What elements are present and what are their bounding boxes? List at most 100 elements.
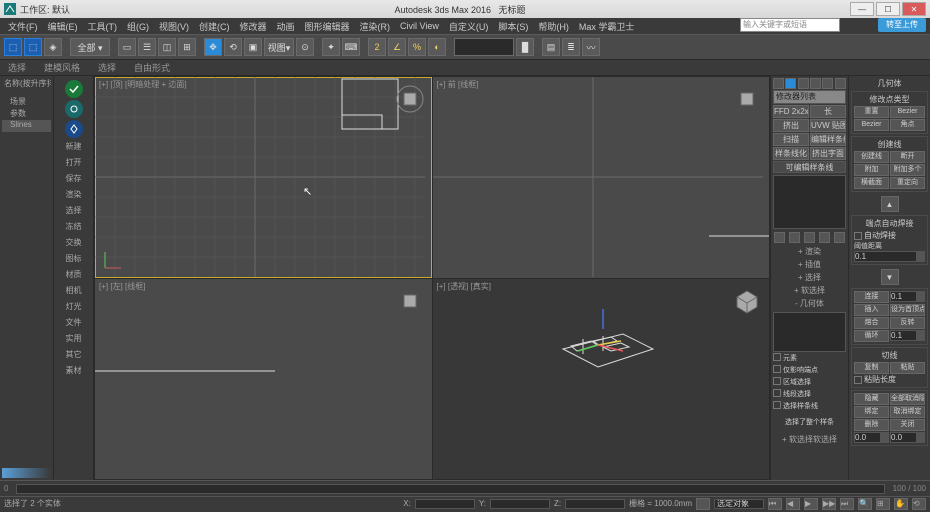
checkbox-label[interactable]: 选择样条线 — [783, 401, 818, 412]
upload-button[interactable]: 转至上传 — [878, 18, 926, 32]
autokey-button[interactable] — [696, 498, 710, 510]
checkbox-label[interactable]: 仅影响端点 — [783, 365, 818, 376]
tool-spinner-snap[interactable]: ◐ — [428, 38, 446, 56]
tool-pivot[interactable]: ⊙ — [296, 38, 314, 56]
rollout[interactable]: + 渲染 — [773, 246, 846, 258]
plugin-icon[interactable] — [65, 100, 83, 118]
btn[interactable]: 创建线 — [854, 151, 889, 163]
explorer-resize[interactable] — [2, 468, 51, 478]
ribbon-tab[interactable]: 自由形式 — [130, 61, 174, 74]
cmd-tab-hierarchy[interactable] — [798, 78, 809, 89]
viewport-label[interactable]: [+] [左] [线框] — [99, 281, 145, 292]
tool-move[interactable]: ✥ — [204, 38, 222, 56]
menu-item[interactable]: 视图(V) — [155, 20, 193, 33]
coord-y[interactable] — [490, 499, 550, 509]
side-tool[interactable]: 实用 — [58, 332, 90, 346]
btn[interactable]: 删除 — [854, 419, 889, 431]
tool-layers[interactable]: ≣ — [562, 38, 580, 56]
tool-select-link[interactable]: ⬚ — [4, 38, 22, 56]
spinner[interactable]: 0.0 — [890, 432, 925, 443]
coord-x[interactable] — [415, 499, 475, 509]
spinner[interactable]: 0.0 — [854, 432, 889, 443]
tree-item[interactable]: 参数 — [2, 108, 51, 120]
btn[interactable]: 插入 — [854, 304, 889, 316]
btn[interactable]: 熔合 — [854, 317, 889, 329]
tool-manip[interactable]: ✦ — [322, 38, 340, 56]
tool-keyboard[interactable]: ⌨ — [342, 38, 360, 56]
btn[interactable]: 重定向 — [890, 177, 925, 189]
selection-set[interactable] — [714, 499, 764, 509]
tree-item[interactable]: Slines — [2, 120, 51, 132]
menu-item[interactable]: 自定义(U) — [445, 20, 493, 33]
timeline[interactable]: 0 100 / 100 — [0, 480, 930, 496]
btn[interactable]: 全部取消隐藏 — [890, 393, 925, 405]
tool-snap2[interactable]: 2 — [368, 38, 386, 56]
tool-select[interactable]: ▭ — [118, 38, 136, 56]
viewport-top[interactable]: [+] [顶] [明暗处理 + 边面] ↖ — [95, 77, 432, 278]
plugin-icon[interactable] — [65, 120, 83, 138]
mod-btn[interactable]: FFD 2x2x2 — [773, 105, 809, 118]
ribbon-tab[interactable]: 建模风格 — [40, 61, 84, 74]
ribbon-tab[interactable]: 选择 — [94, 61, 120, 74]
menu-item[interactable]: 脚本(S) — [494, 20, 532, 33]
rollout[interactable]: + 软选择 — [773, 285, 846, 297]
side-tool[interactable]: 渲染 — [58, 188, 90, 202]
maximize-button[interactable]: ☐ — [876, 2, 900, 16]
tool-bind[interactable]: ◈ — [44, 38, 62, 56]
spinner[interactable]: 0.1 — [890, 291, 925, 302]
viewcube[interactable] — [733, 287, 761, 315]
mod-btn[interactable]: UVW 贴图 — [810, 119, 846, 132]
btn[interactable]: 粘贴 — [890, 362, 925, 374]
cmd-tab-display[interactable] — [822, 78, 833, 89]
side-tool[interactable]: 文件 — [58, 316, 90, 330]
btn[interactable]: Bezier — [890, 106, 925, 118]
nav-zoom-all[interactable]: ⊞ — [876, 498, 890, 510]
btn[interactable]: Bezier — [854, 119, 889, 131]
side-tool[interactable]: 保存 — [58, 172, 90, 186]
btn[interactable]: 横截面 — [854, 177, 889, 189]
menu-item[interactable]: 帮助(H) — [534, 20, 573, 33]
btn[interactable]: 连接 — [854, 291, 889, 303]
btn[interactable]: 设为首顶点 — [890, 304, 925, 316]
menu-item[interactable]: 图形编辑器 — [301, 20, 354, 33]
menu-item[interactable]: 修改器 — [236, 20, 271, 33]
close-button[interactable]: ✕ — [902, 2, 926, 16]
menu-item[interactable]: 文件(F) — [4, 20, 42, 33]
modifier-stack[interactable]: 可编辑样条线 — [773, 161, 846, 173]
rollout[interactable]: - 几何体 — [773, 298, 846, 310]
btn[interactable]: 取消绑定 — [890, 406, 925, 418]
btn[interactable]: 角点 — [890, 119, 925, 131]
tool-select-region[interactable]: ◫ — [158, 38, 176, 56]
tool-scale[interactable]: ▣ — [244, 38, 262, 56]
btn[interactable]: 绑定 — [854, 406, 889, 418]
expand-icon[interactable]: ▼ — [881, 269, 899, 285]
menu-item[interactable]: 渲染(R) — [356, 20, 395, 33]
modifier-stack-area[interactable] — [773, 175, 846, 229]
tool-curve-editor[interactable]: 〰 — [582, 38, 600, 56]
play-fwd[interactable]: ▶▶ — [822, 498, 836, 510]
side-tool[interactable]: 冻结 — [58, 220, 90, 234]
side-tool[interactable]: 交换 — [58, 236, 90, 250]
side-tool[interactable]: 选择 — [58, 204, 90, 218]
rollout[interactable]: + 选择 — [773, 272, 846, 284]
tool-unlink[interactable]: ⬚ — [24, 38, 42, 56]
nav-pan[interactable]: ✋ — [894, 498, 908, 510]
rollout[interactable]: + 软选择软选择 — [773, 434, 846, 446]
mod-btn[interactable]: 挤出 — [773, 119, 809, 132]
spinner[interactable]: 0.1 — [854, 251, 925, 262]
cmd-tab-modify[interactable] — [785, 78, 796, 89]
expand-icon[interactable]: ▲ — [881, 196, 899, 212]
menu-item[interactable]: 动画 — [273, 20, 299, 33]
tool-rotate[interactable]: ⟲ — [224, 38, 242, 56]
menu-item[interactable]: 组(G) — [123, 20, 153, 33]
spinner[interactable]: 0.1 — [890, 330, 925, 341]
btn[interactable]: 复制 — [854, 362, 889, 374]
time-slider[interactable] — [16, 484, 884, 494]
viewport-perspective[interactable]: [+] [透视] [真实] — [433, 279, 770, 480]
selection-filter[interactable]: 全部 ▾ — [70, 38, 110, 56]
side-tool[interactable]: 材质 — [58, 268, 90, 282]
mod-btn[interactable]: 扫描 — [773, 133, 809, 146]
checkbox-label[interactable]: 区域选择 — [783, 377, 811, 388]
tool-snap-angle[interactable]: ∠ — [388, 38, 406, 56]
plugin-icon[interactable] — [65, 80, 83, 98]
